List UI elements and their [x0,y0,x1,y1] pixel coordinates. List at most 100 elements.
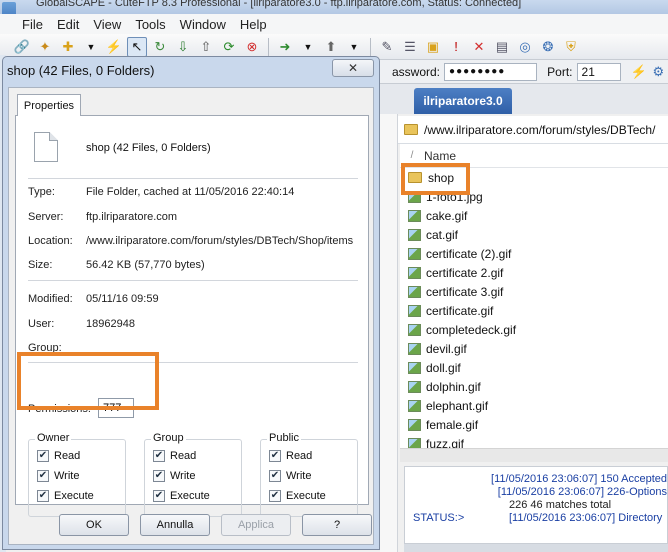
menu-help[interactable]: Help [240,17,267,32]
file-name[interactable]: doll.gif [426,361,461,375]
download-icon[interactable]: ⇩ [173,37,193,57]
checkmark-icon[interactable]: ✔ [153,490,165,502]
file-name[interactable]: certificate 3.gif [426,285,503,299]
shield-icon[interactable]: ⛨ [561,37,581,57]
list-item-folder[interactable]: shop [400,168,668,187]
list-item[interactable]: elephant.gif [400,396,668,415]
checkmark-icon[interactable]: ✔ [37,490,49,502]
image-file-icon [408,437,421,448]
permissions-input[interactable] [98,398,134,418]
settings-icon[interactable]: ⚙ [649,62,668,82]
public-execute-checkbox[interactable]: ✔ Execute [269,490,326,502]
file-name[interactable]: elephant.gif [426,399,488,413]
dropdown-icon[interactable]: ▼ [344,37,364,57]
file-name[interactable]: shop [428,171,454,185]
owner-execute-checkbox[interactable]: ✔ Execute [37,490,94,502]
help-button[interactable]: ? [302,514,372,536]
file-name[interactable]: devil.gif [426,342,467,356]
list-item[interactable]: female.gif [400,415,668,434]
apply-button[interactable]: Applica [221,514,291,536]
menu-window[interactable]: Window [180,17,226,32]
password-field[interactable]: ●●●●●●●● [444,62,538,81]
file-name[interactable]: fuzz.gif [426,437,464,449]
list-item[interactable]: certificate 2.gif [400,263,668,282]
checkmark-icon[interactable]: ✔ [269,450,281,462]
file-name[interactable]: cat.gif [426,228,458,242]
public-write-checkbox[interactable]: ✔ Write [269,470,311,482]
list-item[interactable]: fuzz.gif [400,434,668,448]
checkmark-icon[interactable]: ✔ [37,450,49,462]
list-item[interactable]: dolphin.gif [400,377,668,396]
list-item[interactable]: certificate 3.gif [400,282,668,301]
sync-icon[interactable]: ◎ [515,37,535,57]
list-item[interactable]: completedeck.gif [400,320,668,339]
group-read-checkbox[interactable]: ✔ Read [153,450,196,462]
image-file-icon [408,361,421,374]
tab-ilriparatore[interactable]: ilriparatore3.0 [414,88,512,114]
sort-icon[interactable]: ☰ [400,37,420,57]
log-line: [11/05/2016 23:06:07] 150 Accepted [405,473,667,486]
checkmark-icon[interactable]: ✔ [153,450,165,462]
upload-icon[interactable]: ⇧ [196,37,216,57]
menu-view[interactable]: View [93,17,121,32]
checkmark-icon[interactable]: ✔ [153,470,165,482]
disconnect-icon[interactable]: ⚡ [104,37,124,57]
owner-write-checkbox[interactable]: ✔ Write [37,470,79,482]
delete-icon[interactable]: ✕ [469,37,489,57]
help-icon[interactable]: ❂ [538,37,558,57]
file-name[interactable]: dolphin.gif [426,380,481,394]
properties-icon[interactable]: ▤ [492,37,512,57]
file-name[interactable]: certificate (2).gif [426,247,511,261]
group-write-checkbox[interactable]: ✔ Write [153,470,195,482]
remote-path-bar[interactable]: /www.ilriparatore.com/forum/styles/DBTec… [398,116,668,144]
new-folder-icon[interactable]: ▣ [423,37,443,57]
remote-path[interactable]: /www.ilriparatore.com/forum/styles/DBTec… [424,123,655,137]
list-item[interactable]: doll.gif [400,358,668,377]
dropdown-icon[interactable]: ▼ [81,37,101,57]
list-item[interactable]: certificate.gif [400,301,668,320]
checkmark-icon[interactable]: ✔ [269,470,281,482]
owner-read-checkbox[interactable]: ✔ Read [37,450,80,462]
alert-icon[interactable]: ! [446,37,466,57]
file-name[interactable]: 1-foto1.jpg [426,190,483,204]
connect-icon[interactable]: ⚡ [629,62,648,82]
queue-icon[interactable]: ⬆ [321,37,341,57]
menu-tools[interactable]: Tools [135,17,165,32]
file-name[interactable]: female.gif [426,418,478,432]
menu-edit[interactable]: Edit [57,17,79,32]
reconnect-icon[interactable]: ↻ [150,37,170,57]
cancel-button[interactable]: Annulla [140,514,210,536]
checkmark-icon[interactable]: ✔ [269,490,281,502]
new-icon[interactable]: ✚ [58,37,78,57]
list-item[interactable]: certificate (2).gif [400,244,668,263]
name-column-header[interactable]: Name [424,149,456,163]
ok-button[interactable]: OK [59,514,129,536]
log-line: STATUS:> [11/05/2016 23:06:07] Directory [405,512,667,525]
refresh-icon[interactable]: ⟳ [219,37,239,57]
wizard-icon[interactable]: ✦ [35,37,55,57]
close-button[interactable]: ✕ [332,59,374,77]
checkbox-label: Read [54,450,81,462]
public-read-checkbox[interactable]: ✔ Read [269,450,312,462]
port-field[interactable]: 21 [576,62,622,81]
checkmark-icon[interactable]: ✔ [37,470,49,482]
horizontal-scrollbar[interactable] [400,448,668,462]
edit-icon[interactable]: ✎ [377,37,397,57]
stop-icon[interactable]: ⊗ [242,37,262,57]
file-name[interactable]: certificate 2.gif [426,266,503,280]
select-icon[interactable]: ↖ [127,36,147,57]
list-item[interactable]: 1-foto1.jpg [400,187,668,206]
file-name[interactable]: completedeck.gif [426,323,516,337]
group-execute-checkbox[interactable]: ✔ Execute [153,490,210,502]
file-name[interactable]: certificate.gif [426,304,493,318]
list-item[interactable]: cat.gif [400,225,668,244]
go-icon[interactable]: ➜ [275,37,295,57]
connect-icon[interactable]: 🔗 [12,37,32,57]
list-item[interactable]: cake.gif [400,206,668,225]
server-value: ftp.ilriparatore.com [86,211,178,223]
dropdown-icon[interactable]: ▼ [298,37,318,57]
list-item[interactable]: devil.gif [400,339,668,358]
file-name[interactable]: cake.gif [426,209,467,223]
menu-file[interactable]: File [22,17,43,32]
tab-properties[interactable]: Properties [17,94,81,116]
